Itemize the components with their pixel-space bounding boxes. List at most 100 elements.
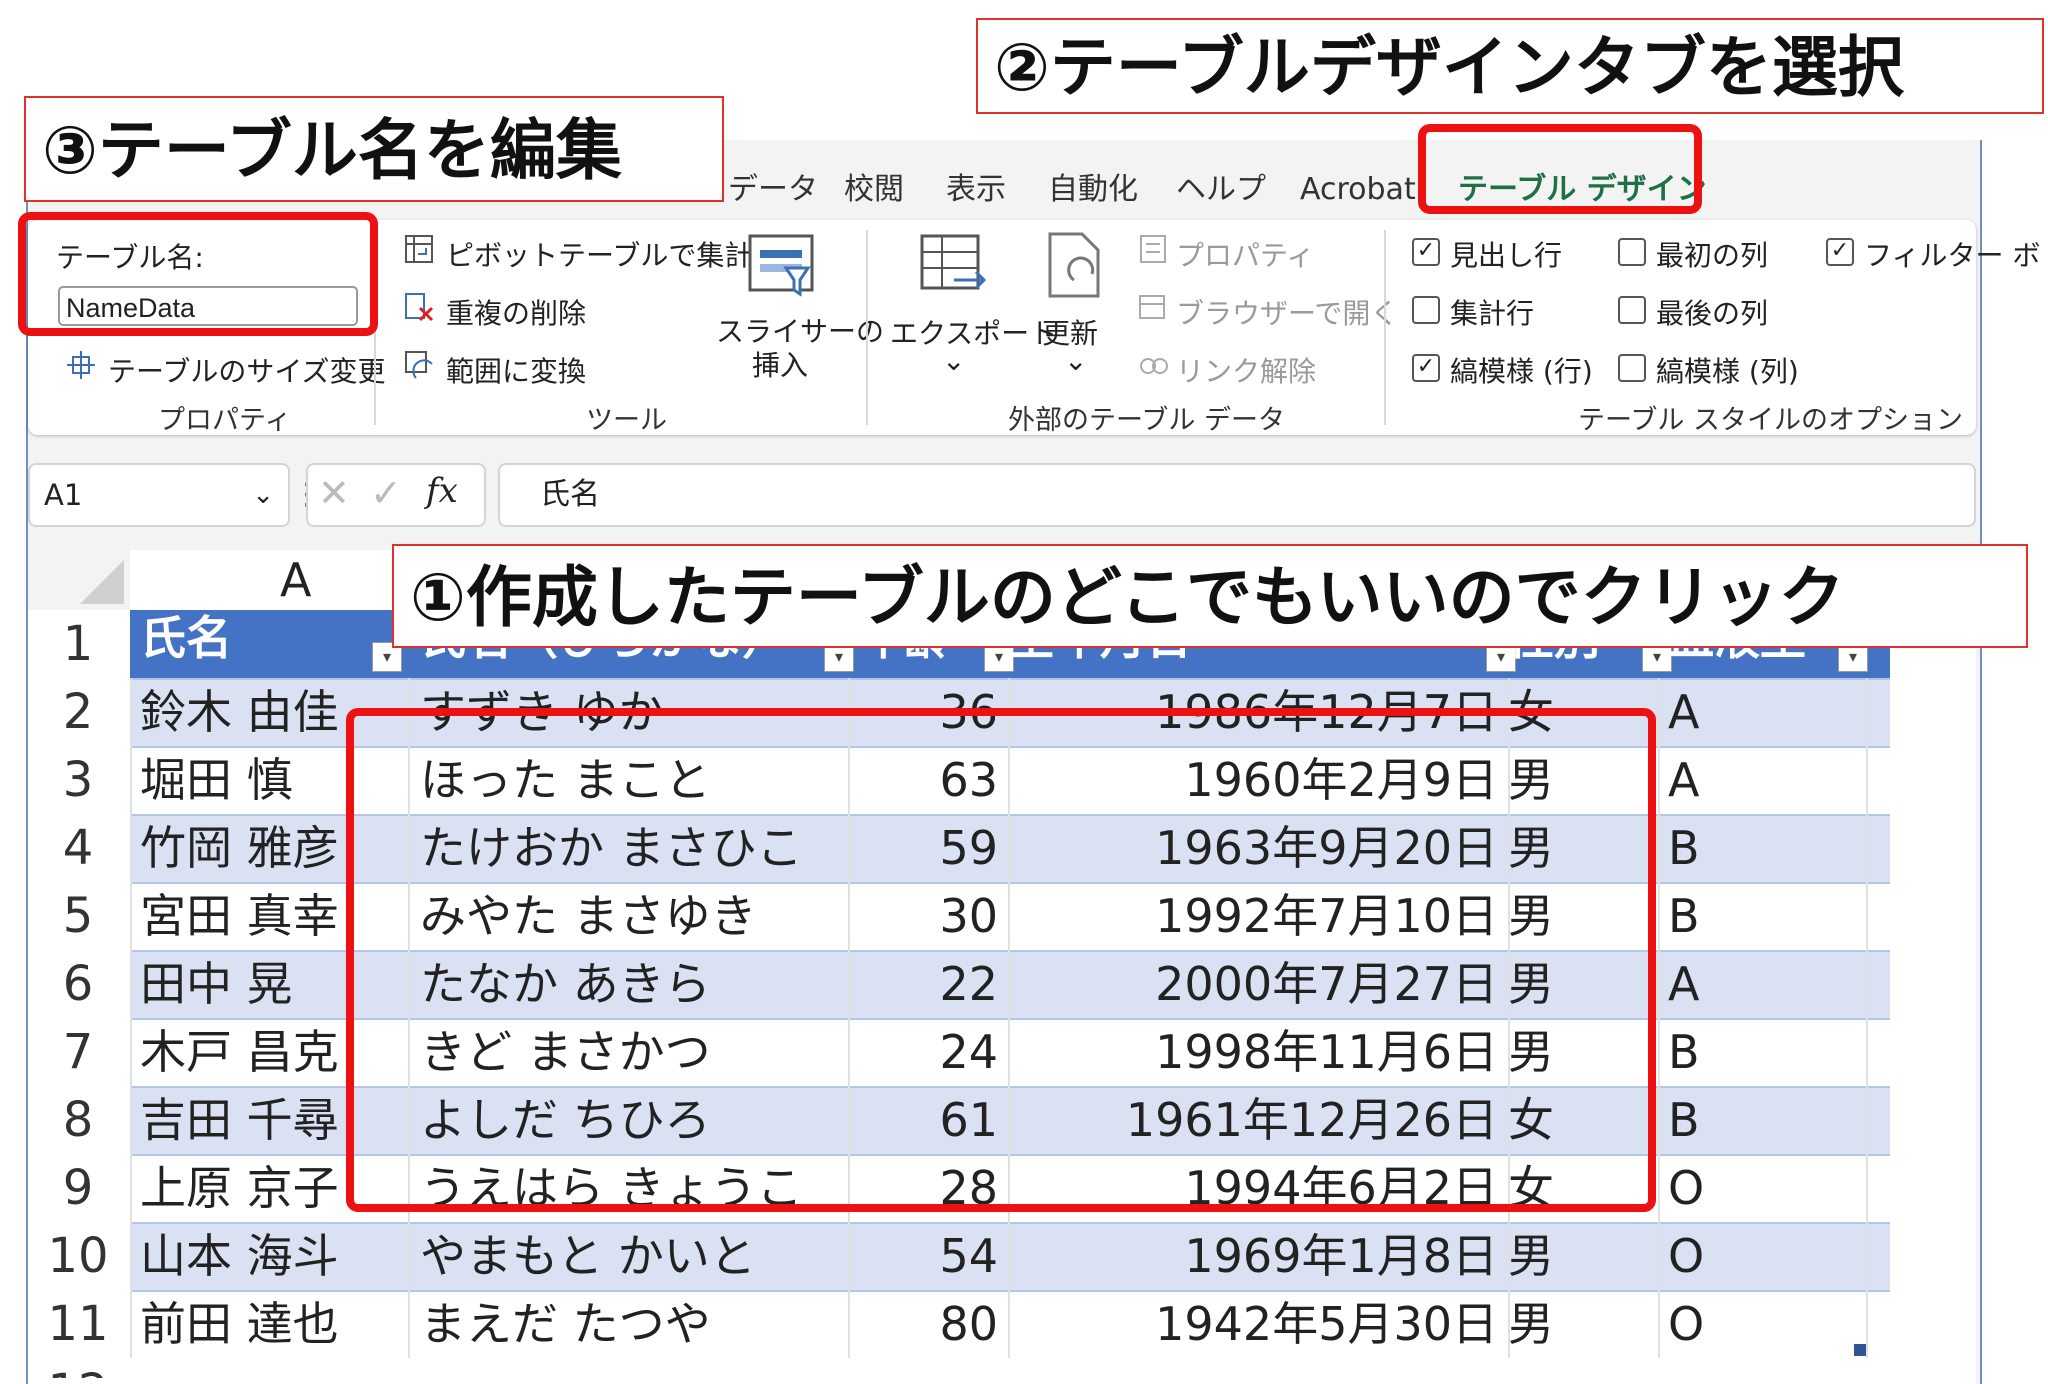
table-cell[interactable]: A (1668, 950, 1868, 1018)
tab-acrobat[interactable]: Acrobat (1300, 160, 1416, 220)
row-header[interactable]: 3 (28, 746, 128, 814)
row-header[interactable]: 5 (28, 882, 128, 950)
tab-review[interactable]: 校閲 (844, 160, 904, 220)
filter-button-checkbox[interactable]: ✓ (1826, 238, 1854, 266)
table-cell[interactable]: 1969年1月8日 (1008, 1222, 1498, 1290)
open-in-browser-button[interactable]: ブラウザーで開く (1176, 292, 1398, 332)
first-column-label: 最初の列 (1656, 239, 1769, 272)
table-cell[interactable]: B (1668, 1018, 1868, 1086)
formula-bar: A1 ⌄ ⋮ ✕ ✓ fx 氏名 (28, 463, 1976, 529)
select-all-corner[interactable] (28, 550, 130, 610)
row-header[interactable]: 12 (28, 1358, 128, 1378)
export-button[interactable]: エクスポート (890, 312, 1057, 352)
banded-columns-label: 縞模様 (列) (1656, 355, 1799, 388)
unlink-button[interactable]: リンク解除 (1176, 350, 1316, 390)
properties-icon (1138, 234, 1168, 264)
row-header[interactable]: 6 (28, 950, 128, 1018)
table-cell[interactable]: A (1668, 746, 1868, 814)
gridline (1866, 678, 1868, 1358)
row-header[interactable]: 1 (28, 610, 128, 678)
export-chevron-icon[interactable]: ⌄ (942, 344, 965, 377)
enter-icon[interactable]: ✓ (370, 471, 402, 515)
table-resize-handle[interactable] (1854, 1344, 1866, 1356)
summarize-pivot-button[interactable]: ピボットテーブルで集計 (446, 234, 752, 274)
table-cell[interactable]: O (1668, 1290, 1868, 1358)
tab-automate[interactable]: 自動化 (1048, 160, 1138, 220)
group-label-style-options: テーブル スタイルのオプション (1578, 405, 1963, 436)
group-label-properties: プロパティ (158, 405, 292, 436)
total-row-label: 集計行 (1450, 297, 1535, 330)
header-row-checkbox[interactable]: ✓ (1412, 238, 1440, 266)
gridline (130, 678, 132, 1358)
table-cell[interactable]: 男 (1508, 1222, 1658, 1290)
insert-function-icon[interactable]: fx (426, 471, 458, 511)
last-column-checkbox[interactable] (1618, 296, 1646, 324)
table-cell[interactable]: O (1668, 1222, 1868, 1290)
gridline (1658, 678, 1660, 1358)
banded-columns-checkbox[interactable] (1618, 354, 1646, 382)
tab-data[interactable]: データ (728, 160, 818, 220)
resize-table-icon (66, 350, 96, 380)
last-column-label: 最後の列 (1656, 297, 1769, 330)
table-cell[interactable]: やまもと かいと (420, 1222, 840, 1290)
convert-to-range-icon (404, 350, 434, 380)
table-cell[interactable]: 1942年5月30日 (1008, 1290, 1498, 1358)
annotation-step2: ②テーブルデザインタブを選択 (976, 18, 2044, 114)
insert-slicer-label-2[interactable]: 挿入 (752, 344, 808, 384)
separator (1384, 230, 1386, 425)
formula-controls: ✕ ✓ fx (306, 463, 486, 527)
table-cell[interactable]: A (1668, 678, 1868, 746)
row-header[interactable]: 7 (28, 1018, 128, 1086)
table-cell[interactable]: B (1668, 1086, 1868, 1154)
export-icon (918, 230, 988, 300)
tab-view[interactable]: 表示 (946, 160, 1006, 220)
table-cell[interactable]: B (1668, 814, 1868, 882)
table-cell[interactable]: 前田 達也 (140, 1290, 390, 1358)
filter-button-label: フィルター ボ (1864, 239, 2041, 272)
row-header[interactable]: 11 (28, 1290, 128, 1358)
properties-button[interactable]: プロパティ (1176, 234, 1314, 274)
highlight-table-name (18, 212, 378, 336)
row-header[interactable]: 8 (28, 1086, 128, 1154)
highlight-table-design-tab (1418, 124, 1702, 214)
row-header[interactable]: 4 (28, 814, 128, 882)
group-label-external-data: 外部のテーブル データ (1008, 405, 1285, 436)
table-cell[interactable]: O (1668, 1154, 1868, 1222)
name-box[interactable]: A1 ⌄ (28, 463, 290, 527)
row-header[interactable]: 10 (28, 1222, 128, 1290)
formula-input[interactable]: 氏名 (498, 463, 1976, 527)
highlight-table-cells (346, 708, 1656, 1212)
table-cell[interactable]: 山本 海斗 (140, 1222, 390, 1290)
separator (866, 230, 868, 425)
refresh-icon (1044, 230, 1108, 300)
header-row-label: 見出し行 (1450, 239, 1563, 272)
banded-rows-label: 縞模様 (行) (1450, 355, 1593, 388)
chevron-down-icon[interactable]: ⌄ (252, 465, 274, 525)
table-cell[interactable]: B (1668, 882, 1868, 950)
first-column-checkbox[interactable] (1618, 238, 1646, 266)
row-header[interactable]: 2 (28, 678, 128, 746)
remove-duplicates-button[interactable]: 重複の削除 (446, 292, 586, 332)
table-cell[interactable]: 男 (1508, 1290, 1658, 1358)
header-cell[interactable]: 氏名 (140, 604, 390, 672)
pivot-table-icon (404, 234, 434, 264)
cancel-icon[interactable]: ✕ (318, 471, 350, 515)
row-header[interactable]: 9 (28, 1154, 128, 1222)
table-cell[interactable]: 80 (858, 1290, 998, 1358)
convert-to-range-button[interactable]: 範囲に変換 (446, 350, 586, 390)
name-box-value: A1 (44, 478, 83, 512)
unlink-icon (1138, 350, 1168, 380)
tab-help[interactable]: ヘルプ (1176, 160, 1266, 220)
column-header-a[interactable]: A (280, 550, 311, 610)
total-row-checkbox[interactable] (1412, 296, 1440, 324)
open-in-browser-icon (1138, 292, 1168, 322)
slicer-icon (746, 230, 816, 300)
table-cell[interactable]: 54 (858, 1222, 998, 1290)
resize-table-button[interactable]: テーブルのサイズ変更 (108, 350, 385, 390)
group-label-tools: ツール (586, 405, 667, 436)
banded-rows-checkbox[interactable]: ✓ (1412, 354, 1440, 382)
annotation-step3: ③テーブル名を編集 (24, 96, 724, 202)
refresh-chevron-icon[interactable]: ⌄ (1064, 344, 1087, 377)
table-cell[interactable]: まえだ たつや (420, 1290, 840, 1358)
annotation-step1: ①作成したテーブルのどこでもいいのでクリック (392, 544, 2028, 648)
